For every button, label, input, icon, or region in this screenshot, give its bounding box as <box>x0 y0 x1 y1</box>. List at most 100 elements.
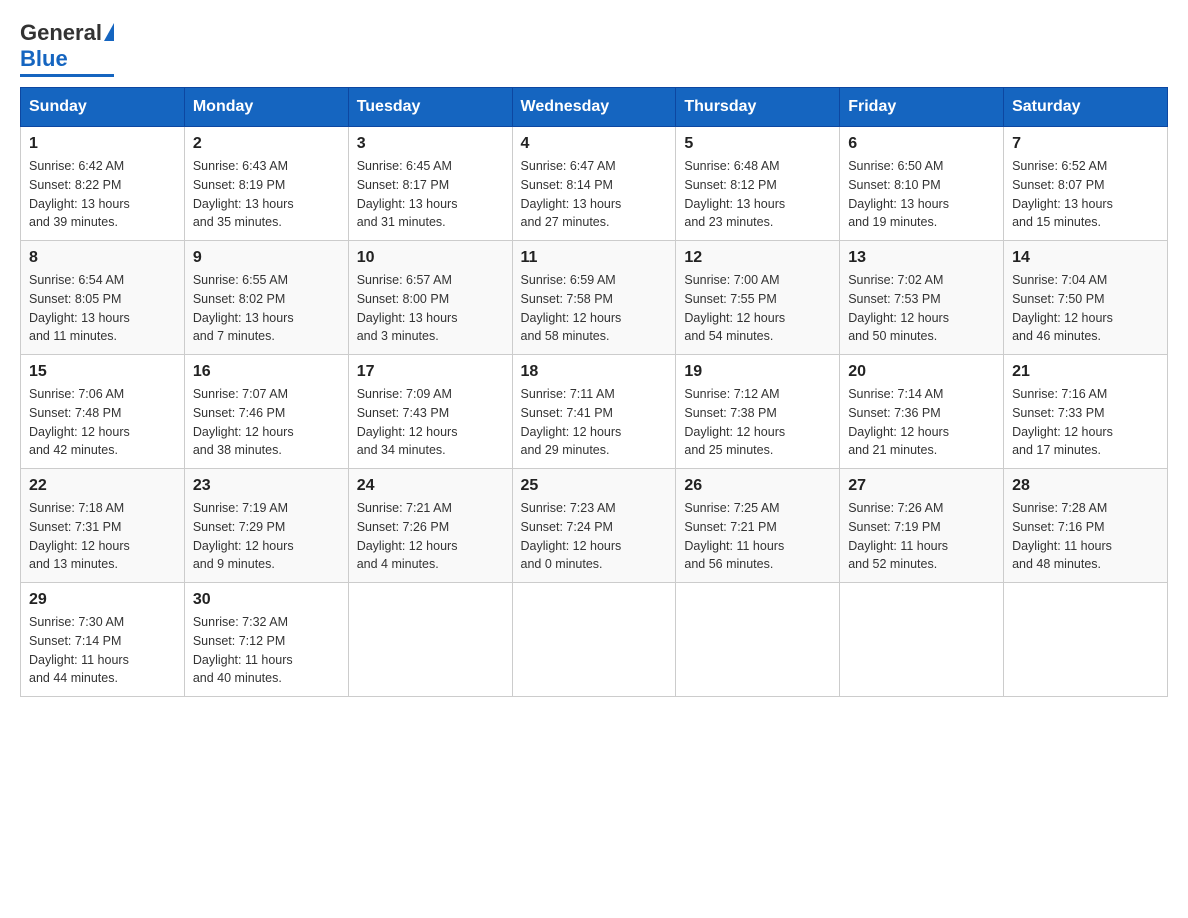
day-number: 30 <box>193 591 340 609</box>
day-number: 23 <box>193 477 340 495</box>
day-cell: 19 Sunrise: 7:12 AMSunset: 7:38 PMDaylig… <box>676 355 840 469</box>
day-info: Sunrise: 6:52 AMSunset: 8:07 PMDaylight:… <box>1012 157 1159 232</box>
week-row-1: 1 Sunrise: 6:42 AMSunset: 8:22 PMDayligh… <box>21 127 1168 241</box>
week-row-4: 22 Sunrise: 7:18 AMSunset: 7:31 PMDaylig… <box>21 469 1168 583</box>
logo-blue-text: Blue <box>20 46 68 72</box>
week-row-2: 8 Sunrise: 6:54 AMSunset: 8:05 PMDayligh… <box>21 241 1168 355</box>
day-cell: 14 Sunrise: 7:04 AMSunset: 7:50 PMDaylig… <box>1004 241 1168 355</box>
day-cell: 24 Sunrise: 7:21 AMSunset: 7:26 PMDaylig… <box>348 469 512 583</box>
day-number: 4 <box>521 135 668 153</box>
day-number: 29 <box>29 591 176 609</box>
day-number: 27 <box>848 477 995 495</box>
day-info: Sunrise: 6:57 AMSunset: 8:00 PMDaylight:… <box>357 271 504 346</box>
day-cell: 6 Sunrise: 6:50 AMSunset: 8:10 PMDayligh… <box>840 127 1004 241</box>
day-number: 13 <box>848 249 995 267</box>
day-info: Sunrise: 7:02 AMSunset: 7:53 PMDaylight:… <box>848 271 995 346</box>
day-number: 12 <box>684 249 831 267</box>
day-cell <box>840 583 1004 697</box>
day-cell: 10 Sunrise: 6:57 AMSunset: 8:00 PMDaylig… <box>348 241 512 355</box>
day-cell: 20 Sunrise: 7:14 AMSunset: 7:36 PMDaylig… <box>840 355 1004 469</box>
day-number: 14 <box>1012 249 1159 267</box>
day-cell: 26 Sunrise: 7:25 AMSunset: 7:21 PMDaylig… <box>676 469 840 583</box>
logo-text: General <box>20 20 114 46</box>
day-number: 7 <box>1012 135 1159 153</box>
day-number: 6 <box>848 135 995 153</box>
day-cell: 28 Sunrise: 7:28 AMSunset: 7:16 PMDaylig… <box>1004 469 1168 583</box>
day-number: 11 <box>521 249 668 267</box>
logo-triangle-icon <box>104 23 114 41</box>
day-number: 28 <box>1012 477 1159 495</box>
day-cell: 22 Sunrise: 7:18 AMSunset: 7:31 PMDaylig… <box>21 469 185 583</box>
day-info: Sunrise: 7:11 AMSunset: 7:41 PMDaylight:… <box>521 385 668 460</box>
day-cell: 29 Sunrise: 7:30 AMSunset: 7:14 PMDaylig… <box>21 583 185 697</box>
logo: General Blue <box>20 20 114 77</box>
day-cell <box>348 583 512 697</box>
day-number: 5 <box>684 135 831 153</box>
day-info: Sunrise: 6:42 AMSunset: 8:22 PMDaylight:… <box>29 157 176 232</box>
day-info: Sunrise: 7:18 AMSunset: 7:31 PMDaylight:… <box>29 499 176 574</box>
day-number: 19 <box>684 363 831 381</box>
day-info: Sunrise: 7:19 AMSunset: 7:29 PMDaylight:… <box>193 499 340 574</box>
col-header-friday: Friday <box>840 88 1004 127</box>
day-info: Sunrise: 6:48 AMSunset: 8:12 PMDaylight:… <box>684 157 831 232</box>
day-info: Sunrise: 7:14 AMSunset: 7:36 PMDaylight:… <box>848 385 995 460</box>
day-info: Sunrise: 6:43 AMSunset: 8:19 PMDaylight:… <box>193 157 340 232</box>
day-info: Sunrise: 7:23 AMSunset: 7:24 PMDaylight:… <box>521 499 668 574</box>
page-header: General Blue <box>20 20 1168 77</box>
day-number: 9 <box>193 249 340 267</box>
day-cell: 18 Sunrise: 7:11 AMSunset: 7:41 PMDaylig… <box>512 355 676 469</box>
day-number: 26 <box>684 477 831 495</box>
day-info: Sunrise: 7:06 AMSunset: 7:48 PMDaylight:… <box>29 385 176 460</box>
week-row-3: 15 Sunrise: 7:06 AMSunset: 7:48 PMDaylig… <box>21 355 1168 469</box>
calendar-table: SundayMondayTuesdayWednesdayThursdayFrid… <box>20 87 1168 697</box>
day-info: Sunrise: 7:09 AMSunset: 7:43 PMDaylight:… <box>357 385 504 460</box>
day-cell: 11 Sunrise: 6:59 AMSunset: 7:58 PMDaylig… <box>512 241 676 355</box>
day-cell <box>676 583 840 697</box>
day-number: 20 <box>848 363 995 381</box>
day-info: Sunrise: 7:30 AMSunset: 7:14 PMDaylight:… <box>29 613 176 688</box>
day-number: 16 <box>193 363 340 381</box>
col-header-saturday: Saturday <box>1004 88 1168 127</box>
day-info: Sunrise: 6:45 AMSunset: 8:17 PMDaylight:… <box>357 157 504 232</box>
week-row-5: 29 Sunrise: 7:30 AMSunset: 7:14 PMDaylig… <box>21 583 1168 697</box>
day-cell: 7 Sunrise: 6:52 AMSunset: 8:07 PMDayligh… <box>1004 127 1168 241</box>
day-cell: 2 Sunrise: 6:43 AMSunset: 8:19 PMDayligh… <box>184 127 348 241</box>
day-cell: 16 Sunrise: 7:07 AMSunset: 7:46 PMDaylig… <box>184 355 348 469</box>
day-cell: 3 Sunrise: 6:45 AMSunset: 8:17 PMDayligh… <box>348 127 512 241</box>
day-cell: 17 Sunrise: 7:09 AMSunset: 7:43 PMDaylig… <box>348 355 512 469</box>
day-cell: 13 Sunrise: 7:02 AMSunset: 7:53 PMDaylig… <box>840 241 1004 355</box>
day-number: 3 <box>357 135 504 153</box>
day-cell <box>1004 583 1168 697</box>
day-info: Sunrise: 6:59 AMSunset: 7:58 PMDaylight:… <box>521 271 668 346</box>
day-number: 10 <box>357 249 504 267</box>
day-info: Sunrise: 7:25 AMSunset: 7:21 PMDaylight:… <box>684 499 831 574</box>
day-info: Sunrise: 7:12 AMSunset: 7:38 PMDaylight:… <box>684 385 831 460</box>
day-number: 1 <box>29 135 176 153</box>
day-cell: 1 Sunrise: 6:42 AMSunset: 8:22 PMDayligh… <box>21 127 185 241</box>
day-info: Sunrise: 7:26 AMSunset: 7:19 PMDaylight:… <box>848 499 995 574</box>
day-info: Sunrise: 7:07 AMSunset: 7:46 PMDaylight:… <box>193 385 340 460</box>
day-number: 25 <box>521 477 668 495</box>
day-number: 21 <box>1012 363 1159 381</box>
day-cell: 25 Sunrise: 7:23 AMSunset: 7:24 PMDaylig… <box>512 469 676 583</box>
day-cell: 30 Sunrise: 7:32 AMSunset: 7:12 PMDaylig… <box>184 583 348 697</box>
day-info: Sunrise: 6:54 AMSunset: 8:05 PMDaylight:… <box>29 271 176 346</box>
col-header-wednesday: Wednesday <box>512 88 676 127</box>
day-info: Sunrise: 6:55 AMSunset: 8:02 PMDaylight:… <box>193 271 340 346</box>
day-cell: 23 Sunrise: 7:19 AMSunset: 7:29 PMDaylig… <box>184 469 348 583</box>
day-number: 18 <box>521 363 668 381</box>
col-header-tuesday: Tuesday <box>348 88 512 127</box>
day-info: Sunrise: 6:47 AMSunset: 8:14 PMDaylight:… <box>521 157 668 232</box>
day-number: 22 <box>29 477 176 495</box>
day-number: 15 <box>29 363 176 381</box>
day-cell: 21 Sunrise: 7:16 AMSunset: 7:33 PMDaylig… <box>1004 355 1168 469</box>
day-info: Sunrise: 7:28 AMSunset: 7:16 PMDaylight:… <box>1012 499 1159 574</box>
day-cell: 5 Sunrise: 6:48 AMSunset: 8:12 PMDayligh… <box>676 127 840 241</box>
day-cell: 4 Sunrise: 6:47 AMSunset: 8:14 PMDayligh… <box>512 127 676 241</box>
day-cell: 27 Sunrise: 7:26 AMSunset: 7:19 PMDaylig… <box>840 469 1004 583</box>
day-number: 24 <box>357 477 504 495</box>
day-info: Sunrise: 6:50 AMSunset: 8:10 PMDaylight:… <box>848 157 995 232</box>
day-cell: 8 Sunrise: 6:54 AMSunset: 8:05 PMDayligh… <box>21 241 185 355</box>
calendar-header-row: SundayMondayTuesdayWednesdayThursdayFrid… <box>21 88 1168 127</box>
day-cell: 15 Sunrise: 7:06 AMSunset: 7:48 PMDaylig… <box>21 355 185 469</box>
